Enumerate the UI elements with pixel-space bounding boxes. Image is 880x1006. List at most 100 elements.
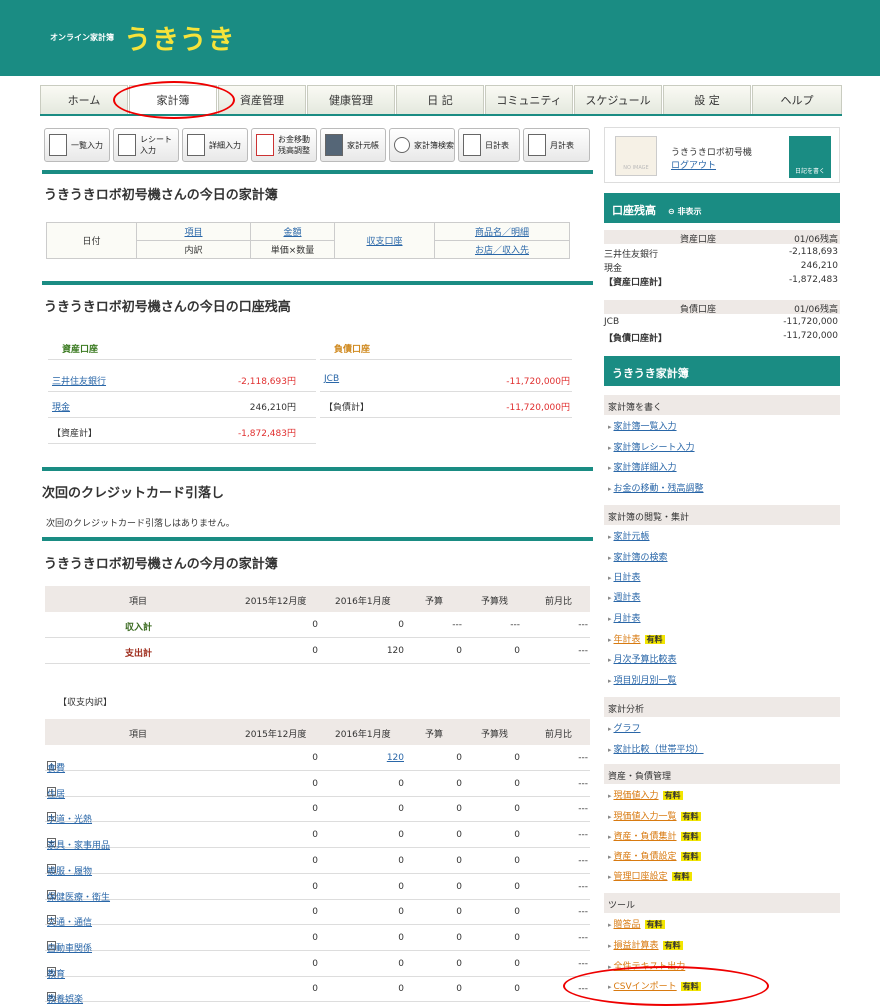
- section-bar: [42, 170, 593, 174]
- credit-title: 次回のクレジットカード引落し: [42, 486, 225, 501]
- search-button[interactable]: 家計簿検索: [389, 128, 455, 162]
- menu-item: 家計元帳: [608, 529, 650, 542]
- balance-row: 現金 246,210円: [48, 392, 316, 418]
- balance-row: JCB -11,720,000円: [320, 366, 572, 392]
- table-row: 収入計 0 0 --- --- ---: [45, 612, 590, 638]
- credit-message: 次回のクレジットカード引落しはありません。: [46, 519, 235, 529]
- menu-item: 資産・負債集計有料: [608, 829, 701, 842]
- month-summary-table: 項目 2015年12月度 2016年1月度 予算 予算残 前月比 収入計 0 0 --- --- -…: [45, 586, 590, 666]
- paid-badge: 有料: [671, 872, 692, 881]
- table-row: + 被服・履物 0 0 0 0 ---: [45, 848, 590, 877]
- table-row: + 自動車関係 0 0 0 0 ---: [45, 925, 590, 954]
- tab-health[interactable]: 健康管理: [307, 85, 395, 115]
- menu-item: 家計簿詳細入力: [608, 460, 677, 473]
- paid-badge: 有料: [680, 852, 701, 861]
- menu-item: 週計表: [608, 590, 641, 603]
- asset-header: 資産口座: [48, 336, 316, 360]
- site-logo[interactable]: うきうき: [124, 18, 235, 57]
- highlight-ellipse: [113, 81, 235, 119]
- menu-item: 家計簿一覧入力: [608, 419, 677, 432]
- liability-header: 負債口座: [320, 336, 572, 360]
- menu-item: 家計比較（世帯平均）: [608, 742, 704, 755]
- table-header: 項目 2015年12月度 2016年1月度 予算 予算残 前月比: [45, 586, 590, 612]
- section-bar: [42, 537, 593, 541]
- receipt-icon: [118, 134, 136, 156]
- receipt-input-button[interactable]: レシート入力: [113, 128, 179, 162]
- list-icon: [49, 134, 67, 156]
- side-balance-title: 口座残高 ⊖ 非表示: [604, 193, 840, 223]
- menu-item: お金の移動・残高調整: [608, 481, 704, 494]
- today-table: 日付 項目 金額 収支口座 商品名／明細 内訳 単価×数量 お店／収入先: [46, 222, 570, 259]
- user-name: うきうきロボ初号機: [671, 148, 752, 158]
- menu-item: 家計簿レシート入力: [608, 440, 695, 453]
- detail-input-button[interactable]: 詳細入力: [182, 128, 248, 162]
- paid-badge: 有料: [662, 941, 683, 950]
- menu-title: うきうき家計簿: [604, 356, 840, 386]
- table-row: + 保健医療・衛生 0 0 0 0 ---: [45, 874, 590, 903]
- tab-settings[interactable]: 設 定: [663, 85, 751, 115]
- menu-item: 資産・負債設定有料: [608, 849, 701, 862]
- menu-item: 贈答品有料: [608, 917, 665, 930]
- book-icon: [325, 134, 343, 156]
- paid-badge: 有料: [644, 635, 665, 644]
- table-row: + 教養娯楽 0 0 0 0 ---: [45, 976, 590, 1005]
- balance-row: 【資産計】 -1,872,483円: [48, 418, 316, 444]
- menu-category: ツール: [604, 893, 840, 913]
- side-liability-table: 負債口座 01/06残高 JCB -11,720,000 【負債口座計】 -11,72…: [604, 300, 840, 346]
- breakdown-label: 【収支内訳】: [58, 698, 113, 708]
- site-header: オンライン家計簿 うきうき: [0, 0, 880, 76]
- menu-item: 月次予算比較表: [608, 652, 677, 665]
- user-box: NO IMAGE うきうきロボ初号機 ログアウト 日記を書く: [604, 127, 840, 183]
- paid-badge: 有料: [680, 832, 701, 841]
- write-diary-button[interactable]: 日記を書く: [789, 136, 831, 178]
- menu-category: 家計簿の閲覧・集計: [604, 505, 840, 525]
- menu-category: 家計簿を書く: [604, 395, 840, 415]
- section-bar: [42, 467, 593, 471]
- paid-badge: 有料: [644, 920, 665, 929]
- daily-button[interactable]: 日計表: [458, 128, 520, 162]
- balance-row: 【負債計】 -11,720,000円: [320, 392, 572, 418]
- balance-title: うきうきロボ初号機さんの今日の口座残高: [44, 300, 291, 315]
- menu-item: 現価値入力有料: [608, 788, 683, 801]
- tab-community[interactable]: コミュニティ: [485, 85, 573, 115]
- tab-help[interactable]: ヘルプ: [752, 85, 842, 115]
- menu-item: グラフ: [608, 721, 641, 734]
- calendar-icon: [528, 134, 546, 156]
- today-title: うきうきロボ初号機さんの今日の家計簿: [44, 188, 278, 203]
- paid-badge: 有料: [662, 791, 683, 800]
- menu-item: 日計表: [608, 570, 641, 583]
- menu-item: 年計表有料: [608, 632, 665, 645]
- section-bar: [42, 281, 593, 285]
- monthly-button[interactable]: 月計表: [523, 128, 590, 162]
- table-row: + 家具・家事用品 0 0 0 0 ---: [45, 822, 590, 851]
- transfer-button[interactable]: お金移動残高調整: [251, 128, 317, 162]
- hide-toggle[interactable]: ⊖ 非表示: [668, 207, 702, 216]
- logo-tagline: オンライン家計簿: [50, 33, 114, 42]
- side-asset-table: 資産口座 01/06残高 三井住友銀行 -2,118,693 現金 246,210 【…: [604, 230, 840, 290]
- menu-item: 家計簿の検索: [608, 550, 668, 563]
- menu-item: 項目別月別一覧: [608, 673, 677, 686]
- logout-link[interactable]: ログアウト: [671, 158, 716, 171]
- ledger-button[interactable]: 家計元帳: [320, 128, 386, 162]
- menu-item: 損益計算表有料: [608, 938, 683, 951]
- tab-diary[interactable]: 日 記: [396, 85, 484, 115]
- tab-schedule[interactable]: スケジュール: [574, 85, 662, 115]
- menu-category: 資産・負債管理: [604, 764, 840, 784]
- avatar: NO IMAGE: [615, 136, 657, 176]
- table-row: 支出計 0 120 0 0 ---: [45, 638, 590, 664]
- pencil-icon: [187, 134, 205, 156]
- table-row: + 交通・通信 0 0 0 0 ---: [45, 899, 590, 928]
- highlight-ellipse: [563, 966, 769, 1006]
- menu-item: 月計表: [608, 611, 641, 624]
- month-title: うきうきロボ初号機さんの今月の家計簿: [44, 557, 278, 572]
- arrows-icon: [256, 134, 274, 156]
- menu-item: 管理口座設定有料: [608, 869, 692, 882]
- balance-row: 三井住友銀行 -2,118,693円: [48, 366, 316, 392]
- table-row: + 住居 0 0 0 0 ---: [45, 771, 590, 800]
- table-header: 項目 2015年12月度 2016年1月度 予算 予算残 前月比: [45, 719, 590, 745]
- menu-item: 現価値入力一覧有料: [608, 809, 701, 822]
- table-row: + 水道・光熱 0 0 0 0 ---: [45, 796, 590, 825]
- paid-badge: 有料: [680, 812, 701, 821]
- list-input-button[interactable]: 一覧入力: [44, 128, 110, 162]
- search-icon: [394, 137, 410, 153]
